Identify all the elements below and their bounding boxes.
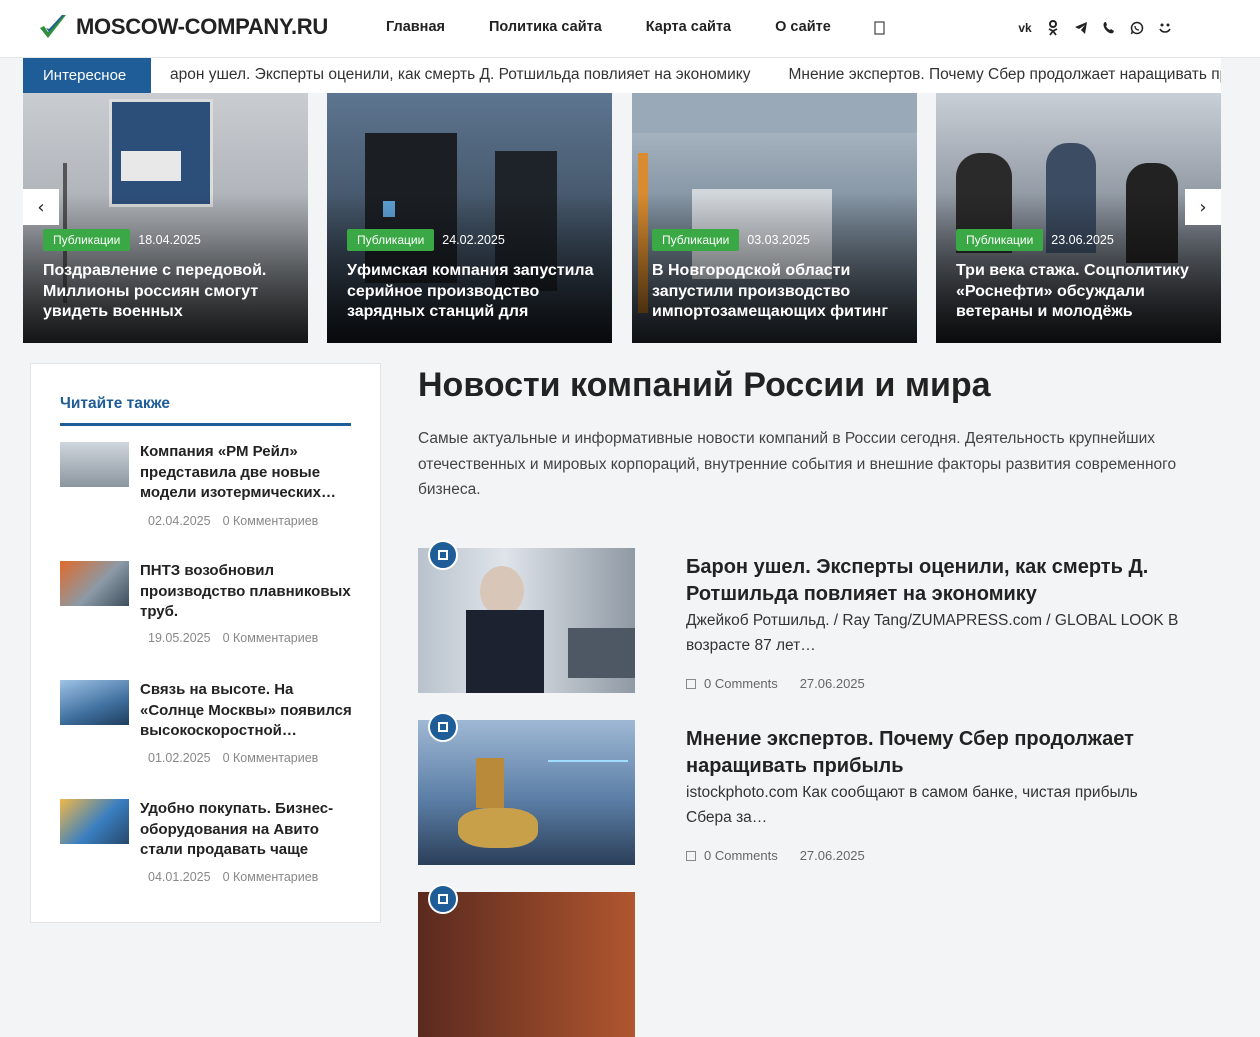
post-comments[interactable]: 0 Комментариев <box>223 631 319 645</box>
ticker-item[interactable]: арон ушел. Эксперты оценили, как смерть … <box>170 66 750 83</box>
slider-prev-button[interactable]: ‹ <box>23 189 59 225</box>
nav-about[interactable]: О сайте <box>775 19 831 35</box>
slide-date: 24.02.2025 <box>442 233 505 247</box>
category-badge[interactable]: Публикации <box>956 229 1044 251</box>
slide-title[interactable]: В Новгородской области запустили произво… <box>652 261 903 323</box>
social-links: vk <box>1016 19 1184 37</box>
slide-date: 23.06.2025 <box>1051 233 1114 247</box>
slide-meta: Публикации 24.02.2025 <box>347 229 505 251</box>
featured-slider: Публикации 18.04.2025 Поздравление с пер… <box>23 93 1221 343</box>
article-excerpt: Джейкоб Ротшильд. / Ray Tang/ZUMAPRESS.c… <box>686 612 1179 654</box>
vk-icon[interactable]: vk <box>1016 19 1034 37</box>
site-header: MOSCOW-COMPANY.RU Главная Политика сайта… <box>0 0 1260 58</box>
article-meta: 0 Comments 27.06.2025 <box>686 848 865 863</box>
search-icon[interactable] <box>872 20 888 36</box>
nav-home[interactable]: Главная <box>386 19 445 35</box>
post-thumbnail[interactable] <box>60 442 129 487</box>
article-card: Мнение экспертов. Почему Сбер продолжает… <box>418 712 1218 865</box>
article-card <box>418 884 1218 1037</box>
post-date: 02.04.2025 <box>148 514 211 528</box>
category-badge[interactable]: Публикации <box>652 229 740 251</box>
post-title[interactable]: Удобно покупать. Бизнес-оборудования на … <box>140 799 354 861</box>
chevron-left-icon: ‹ <box>37 196 45 218</box>
article-comments[interactable]: 0 Comments <box>704 676 778 691</box>
slide-title[interactable]: Поздравление с передовой. Миллионы росси… <box>43 261 294 323</box>
ticker-track: арон ушел. Эксперты оценили, как смерть … <box>170 66 1221 84</box>
post-date: 04.01.2025 <box>148 870 211 884</box>
post-date: 01.02.2025 <box>148 751 211 765</box>
article-card: Барон ушел. Эксперты оценили, как смерть… <box>418 540 1218 693</box>
odnoklassniki-icon[interactable] <box>1044 19 1062 37</box>
post-meta: 19.05.2025 0 Комментариев <box>148 631 318 645</box>
category-badge[interactable]: Публикации <box>43 229 131 251</box>
post-format-icon <box>428 540 458 570</box>
article-title[interactable]: Мнение экспертов. Почему Сбер продолжает… <box>686 726 1166 780</box>
article-comments[interactable]: 0 Comments <box>704 848 778 863</box>
post-title[interactable]: Связь на высоте. На «Солнце Москвы» появ… <box>140 680 354 742</box>
nav-policy[interactable]: Политика сайта <box>489 19 602 35</box>
article-excerpt: istockphoto.com Как сообщают в самом бан… <box>686 784 1138 826</box>
post-thumbnail[interactable] <box>60 561 129 606</box>
post-meta: 04.01.2025 0 Комментариев <box>148 870 318 884</box>
category-badge[interactable]: Публикации <box>347 229 435 251</box>
post-title[interactable]: ПНТЗ возобновил производство плавниковых… <box>140 561 354 623</box>
logo-check-icon <box>40 15 66 38</box>
post-meta: 01.02.2025 0 Комментариев <box>148 751 318 765</box>
site-logo[interactable]: MOSCOW-COMPANY.RU <box>38 12 328 42</box>
viber-icon[interactable] <box>1100 19 1118 37</box>
slide-card[interactable]: Публикации 03.03.2025 В Новгородской обл… <box>632 93 917 343</box>
logo-text: MOSCOW-COMPANY.RU <box>76 14 328 39</box>
sidebar-divider <box>60 423 351 426</box>
post-comments[interactable]: 0 Комментариев <box>223 514 319 528</box>
post-meta: 02.04.2025 0 Комментариев <box>148 514 318 528</box>
page-title: Новости компаний России и мира <box>418 366 991 404</box>
post-format-icon <box>428 884 458 914</box>
sidebar-heading: Читайте также <box>60 395 171 412</box>
post-thumbnail[interactable] <box>60 799 129 844</box>
slide-card[interactable]: Публикации 23.06.2025 Три века стажа. Со… <box>936 93 1221 343</box>
post-title[interactable]: Компания «РМ Рейл» представила две новые… <box>140 442 354 504</box>
article-date: 27.06.2025 <box>799 676 865 691</box>
slide-date: 18.04.2025 <box>138 233 201 247</box>
slider-next-button[interactable]: › <box>1185 189 1221 225</box>
article-date: 27.06.2025 <box>799 848 865 863</box>
nav-sitemap[interactable]: Карта сайта <box>646 19 731 35</box>
article-image[interactable] <box>418 892 635 1037</box>
ticker-label: Интересное <box>23 58 151 93</box>
article-image[interactable] <box>418 720 635 865</box>
post-format-icon <box>428 712 458 742</box>
slide-meta: Публикации 18.04.2025 <box>43 229 201 251</box>
slide-meta: Публикации 03.03.2025 <box>652 229 810 251</box>
chevron-right-icon: › <box>1199 196 1207 218</box>
slide-date: 03.03.2025 <box>747 233 810 247</box>
news-ticker: Интересное арон ушел. Эксперты оценили, … <box>23 58 1221 93</box>
sidebar-read-also: Читайте также Компания «РМ Рейл» предста… <box>30 363 381 923</box>
telegram-icon[interactable] <box>1072 19 1090 37</box>
article-image[interactable] <box>418 548 635 693</box>
slide-title[interactable]: Уфимская компания запустила серийное про… <box>347 261 598 323</box>
post-date: 19.05.2025 <box>148 631 211 645</box>
post-comments[interactable]: 0 Комментариев <box>223 870 319 884</box>
whatsapp-icon[interactable] <box>1128 19 1146 37</box>
post-thumbnail[interactable] <box>60 680 129 725</box>
post-comments[interactable]: 0 Комментариев <box>223 751 319 765</box>
article-meta: 0 Comments 27.06.2025 <box>686 676 865 691</box>
article-title[interactable]: Барон ушел. Эксперты оценили, как смерть… <box>686 554 1166 608</box>
page-description: Самые актуальные и информативные новости… <box>418 430 1177 498</box>
slide-meta: Публикации 23.06.2025 <box>956 229 1114 251</box>
slide-title[interactable]: Три века стажа. Соцполитику «Роснефти» о… <box>956 261 1207 323</box>
comment-icon <box>686 850 696 861</box>
main-nav: Главная Политика сайта Карта сайта О сай… <box>386 19 875 35</box>
ticker-item[interactable]: Мнение экспертов. Почему Сбер продолжает… <box>788 66 1221 83</box>
moimir-icon[interactable] <box>1156 19 1174 37</box>
slide-card[interactable]: Публикации 24.02.2025 Уфимская компания … <box>327 93 612 343</box>
comment-icon <box>686 678 696 689</box>
slide-card[interactable]: Публикации 18.04.2025 Поздравление с пер… <box>23 93 308 343</box>
